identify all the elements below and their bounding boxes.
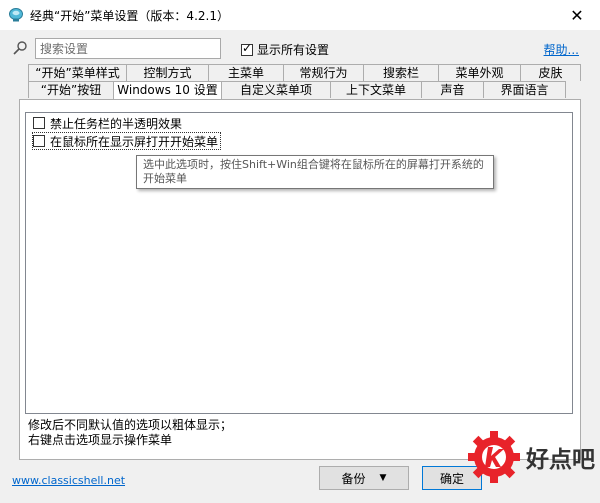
settings-notes: 修改后不同默认值的选项以粗体显示； 右键点击选项显示操作菜单 [28,418,232,448]
show-all-settings-checkbox[interactable]: 显示所有设置 [241,41,329,58]
tab-controls[interactable]: 控制方式 [126,64,209,81]
note-bold-modified: 修改后不同默认值的选项以粗体显示； [28,418,233,432]
search-icon [13,41,27,55]
tab-language[interactable]: 界面语言 [483,81,566,98]
title-bar: 经典“开始”菜单设置（版本：4.2.1） ✕ [0,0,600,30]
show-all-label: 显示所有设置 [257,43,330,57]
help-link[interactable]: 帮助... [544,41,579,58]
option-disable-taskbar-transparency[interactable]: 禁止任务栏的半透明效果 [33,115,182,131]
close-icon: ✕ [570,5,584,25]
option-tooltip: 选中此选项时，按住Shift+Win组合键将在鼠标所在的屏幕打开系统的开始菜单 [136,155,494,189]
tab-start-menu-style[interactable]: “开始”菜单样式 [28,64,127,81]
tab-menu-look[interactable]: 菜单外观 [438,64,521,81]
note-right-click: 右键点击选项显示操作菜单 [28,433,173,447]
watermark-text: 好点吧 [526,446,595,473]
option-open-on-mouse-monitor[interactable]: 在鼠标所在显示屏打开开始菜单 [32,132,222,150]
show-all-checkbox-box[interactable] [241,41,253,56]
tab-sounds[interactable]: 声音 [421,81,484,98]
close-button[interactable]: ✕ [554,0,600,30]
tab-row-2: “开始”按钮 Windows 10 设置 自定义菜单项 上下文菜单 声音 界面语… [28,81,566,99]
window-title: 经典“开始”菜单设置（版本：4.2.1） [30,9,229,23]
option-label: 禁止任务栏的半透明效果 [50,116,183,131]
website-link[interactable]: www.classicshell.net [12,474,125,487]
ok-label: 确定 [439,471,464,486]
tab-panel: 禁止任务栏的半透明效果 在鼠标所在显示屏打开开始菜单 选中此选项时，按住Shif… [19,99,581,460]
backup-label: 备份 [341,471,366,486]
watermark: 好点吧 [466,410,600,503]
tab-start-button[interactable]: “开始”按钮 [28,81,114,98]
tab-windows10-settings[interactable]: Windows 10 设置 [113,81,222,99]
search-input[interactable] [35,38,221,59]
dropdown-arrow-icon: ▼ [379,473,387,483]
tab-skin[interactable]: 皮肤 [520,64,581,81]
option-checkbox[interactable] [33,117,45,129]
settings-list: 禁止任务栏的半透明效果 在鼠标所在显示屏打开开始菜单 选中此选项时，按住Shif… [25,112,573,414]
option-checkbox[interactable] [33,135,45,147]
option-label: 在鼠标所在显示屏打开开始菜单 [50,134,219,149]
gear-logo-icon [468,430,520,483]
app-shell-icon [9,8,23,22]
tab-general-behavior[interactable]: 常规行为 [283,64,364,81]
tab-search-box[interactable]: 搜索栏 [363,64,439,81]
tab-main-menu[interactable]: 主菜单 [208,64,284,81]
tab-context-menu[interactable]: 上下文菜单 [330,81,422,98]
backup-button[interactable]: 备份 ▼ [319,466,409,490]
tab-row-1: “开始”菜单样式 控制方式 主菜单 常规行为 搜索栏 菜单外观 皮肤 [28,64,581,81]
tab-custom-menu-items[interactable]: 自定义菜单项 [221,81,331,98]
